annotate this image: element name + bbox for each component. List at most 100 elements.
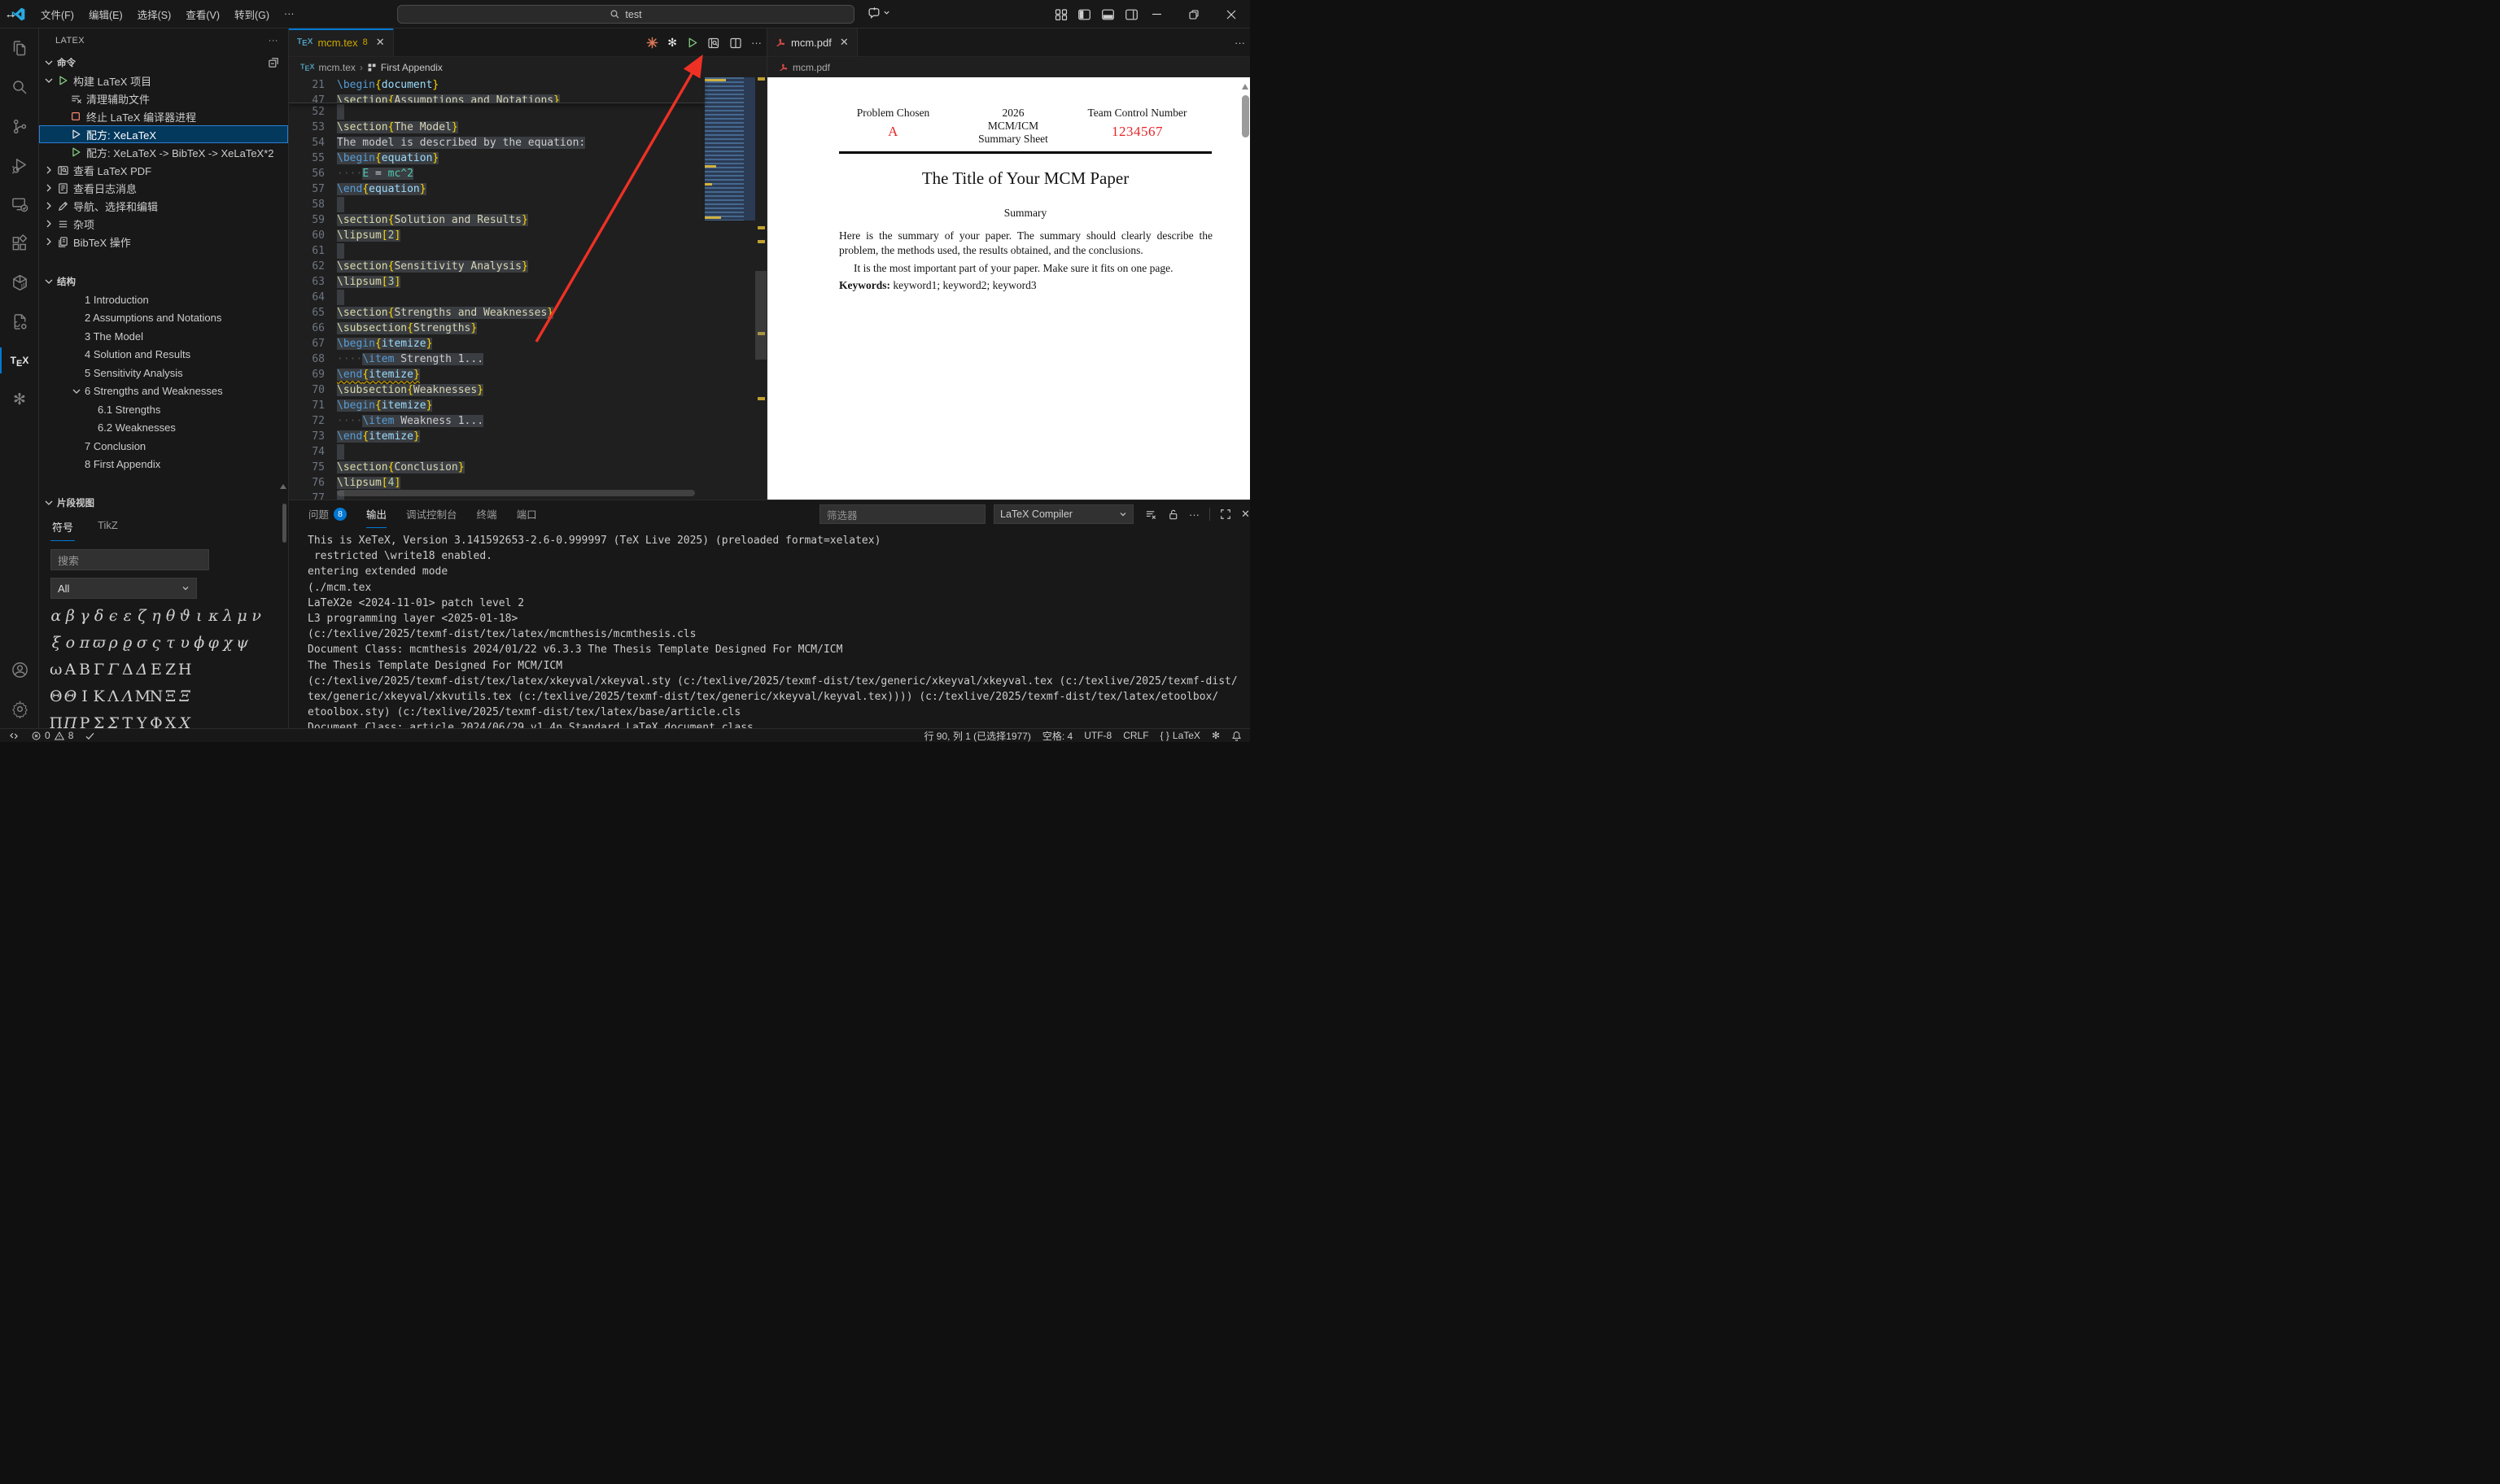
collapse-all-icon[interactable]	[268, 56, 280, 68]
snippet-tab-符号[interactable]: 符号	[50, 515, 76, 541]
code-line[interactable]: 56 ····E = mc^2	[289, 166, 767, 181]
symbol-cell[interactable]: τ	[164, 633, 178, 653]
activity-run-debug[interactable]	[0, 146, 39, 185]
activity-chatgpt[interactable]: ✻	[0, 380, 39, 419]
symbol-cell[interactable]: σ	[135, 633, 150, 653]
symbol-cell[interactable]: Θ	[49, 687, 63, 706]
minimap[interactable]	[705, 77, 755, 500]
code-line[interactable]: 66 \subsection{Strengths}	[289, 321, 767, 336]
code-line[interactable]: 58	[289, 197, 767, 212]
command-item[interactable]: 终止 LaTeX 编译器进程	[39, 107, 288, 125]
pdf-scroll-up-arrow[interactable]	[1242, 84, 1248, 89]
close-button[interactable]	[1213, 0, 1250, 28]
menu-f[interactable]: 文件(F)	[33, 3, 81, 25]
cursor-position[interactable]: 行 90, 列 1 (已选择1977)	[918, 729, 1036, 743]
structure-item[interactable]: 6 Strengths and Weaknesses	[39, 382, 288, 401]
symbol-category-select[interactable]: All	[50, 578, 197, 599]
structure-item[interactable]: 7 Conclusion	[39, 437, 288, 456]
pdf-scrollbar[interactable]	[1242, 95, 1249, 137]
code-line[interactable]: 55 \begin{equation}	[289, 151, 767, 166]
symbol-cell[interactable]: Δ	[120, 660, 135, 679]
symbol-cell[interactable]: υ	[177, 633, 192, 653]
menu-overflow[interactable]: ···	[277, 5, 302, 23]
chatgpt-status-icon[interactable]: ✻	[1206, 729, 1226, 743]
symbol-cell[interactable]: ϖ	[92, 633, 107, 653]
pdf-viewer[interactable]: Problem Chosen A 2026 MCM/ICM Summary Shee…	[767, 77, 1250, 500]
symbol-cell[interactable]: ρ	[106, 633, 120, 653]
symbol-cell[interactable]: Ξ	[164, 687, 178, 706]
symbol-cell[interactable]: γ	[77, 606, 92, 626]
menu-s[interactable]: 选择(S)	[130, 3, 179, 25]
panel-tab-端口[interactable]: 端口	[517, 500, 537, 528]
chevron-right-icon[interactable]	[42, 217, 55, 230]
command-item[interactable]: 导航、选择和编辑	[39, 197, 288, 215]
eol-sequence[interactable]: CRLF	[1117, 729, 1154, 743]
symbol-cell[interactable]: Σ	[106, 714, 120, 728]
activity-search[interactable]	[0, 68, 39, 107]
maximize-panel-icon[interactable]	[1220, 508, 1231, 520]
section-structure[interactable]: 结构	[39, 272, 288, 290]
symbol-cell[interactable]: Π	[49, 714, 63, 728]
close-icon[interactable]: ✕	[840, 36, 849, 49]
activity-accounts[interactable]	[0, 650, 39, 689]
notifications-bell-icon[interactable]	[1226, 729, 1250, 743]
output-console[interactable]: This is XeTeX, Version 3.141592653-2.6-0…	[308, 533, 1248, 728]
symbol-cell[interactable]: K	[92, 687, 107, 706]
command-item[interactable]: 查看日志消息	[39, 179, 288, 197]
code-line[interactable]: 52	[289, 104, 767, 120]
symbol-cell[interactable]: Λ	[120, 687, 135, 706]
problems-indicator[interactable]: 0 8	[25, 729, 79, 743]
symbol-cell[interactable]: ψ	[235, 633, 250, 653]
symbol-cell[interactable]: ν	[249, 606, 264, 626]
scroll-up-arrow[interactable]	[280, 484, 286, 489]
activity-extensions[interactable]	[0, 224, 39, 263]
horizontal-scrollbar[interactable]	[337, 490, 695, 496]
code-line[interactable]: 70 \subsection{Weaknesses}	[289, 382, 767, 398]
nav-forward-button[interactable]: →	[0, 0, 21, 28]
symbol-cell[interactable]: ε	[120, 606, 135, 626]
structure-item[interactable]: 6.1 Strengths	[39, 400, 288, 419]
toggle-panel-icon[interactable]	[1101, 8, 1115, 21]
panel-tab-输出[interactable]: 输出	[366, 500, 387, 528]
code-line[interactable]: 54 The model is described by the equation…	[289, 135, 767, 151]
section-commands[interactable]: 命令	[39, 53, 288, 72]
toggle-sidebar-icon[interactable]	[1077, 8, 1091, 21]
breadcrumb-file[interactable]: mcm.pdf	[793, 62, 830, 73]
code-line[interactable]: 72 ····\item Weakness 1...	[289, 413, 767, 429]
symbol-cell[interactable]: N	[149, 687, 164, 706]
symbol-cell[interactable]: φ	[207, 633, 221, 653]
symbol-cell[interactable]: B	[77, 660, 92, 679]
activity-source-control[interactable]	[0, 107, 39, 146]
code-line[interactable]: 71 \begin{itemize}	[289, 398, 767, 413]
code-line[interactable]: 69 \end{itemize}	[289, 367, 767, 382]
panel-tab-终端[interactable]: 终端	[477, 500, 497, 528]
code-line[interactable]: 53 \section{The Model}	[289, 120, 767, 135]
encoding[interactable]: UTF-8	[1078, 729, 1117, 743]
more-actions-icon[interactable]: ···	[751, 37, 762, 49]
symbol-cell[interactable]: Γ	[92, 660, 107, 679]
symbol-cell[interactable]: Γ	[106, 660, 120, 679]
symbol-cell[interactable]: ϵ	[106, 606, 120, 626]
symbol-cell[interactable]: ο	[63, 633, 78, 653]
chatgpt-icon[interactable]: ✻	[667, 36, 677, 50]
close-icon[interactable]: ✕	[376, 36, 385, 49]
symbol-cell[interactable]: E	[149, 660, 164, 679]
symbol-cell[interactable]: M	[135, 687, 151, 706]
chevron-down-icon[interactable]	[42, 74, 55, 87]
command-item[interactable]: 配方: XeLaTeX	[39, 125, 288, 143]
structure-item[interactable]: 5 Sensitivity Analysis	[39, 364, 288, 382]
chevron-down-icon[interactable]	[70, 385, 83, 398]
output-channel-select[interactable]: LaTeX Compiler	[994, 504, 1134, 524]
symbol-cell[interactable]: ι	[192, 606, 207, 626]
code-line[interactable]: 21 \begin{document}	[289, 77, 705, 93]
command-item[interactable]: 配方: XeLaTeX -> BibTeX -> XeLaTeX*2	[39, 143, 288, 161]
panel-tab-调试控制台[interactable]: 调试控制台	[406, 500, 457, 528]
symbol-cell[interactable]: ϑ	[177, 606, 192, 626]
symbol-cell[interactable]: κ	[207, 606, 221, 626]
code-line[interactable]: 60 \lipsum[2]	[289, 228, 767, 243]
symbol-cell[interactable]: H	[177, 660, 192, 679]
latex-build-status[interactable]	[79, 729, 101, 743]
code-line[interactable]: 64	[289, 290, 767, 305]
chevron-right-icon[interactable]	[42, 199, 55, 212]
activity-explorer[interactable]	[0, 28, 39, 68]
